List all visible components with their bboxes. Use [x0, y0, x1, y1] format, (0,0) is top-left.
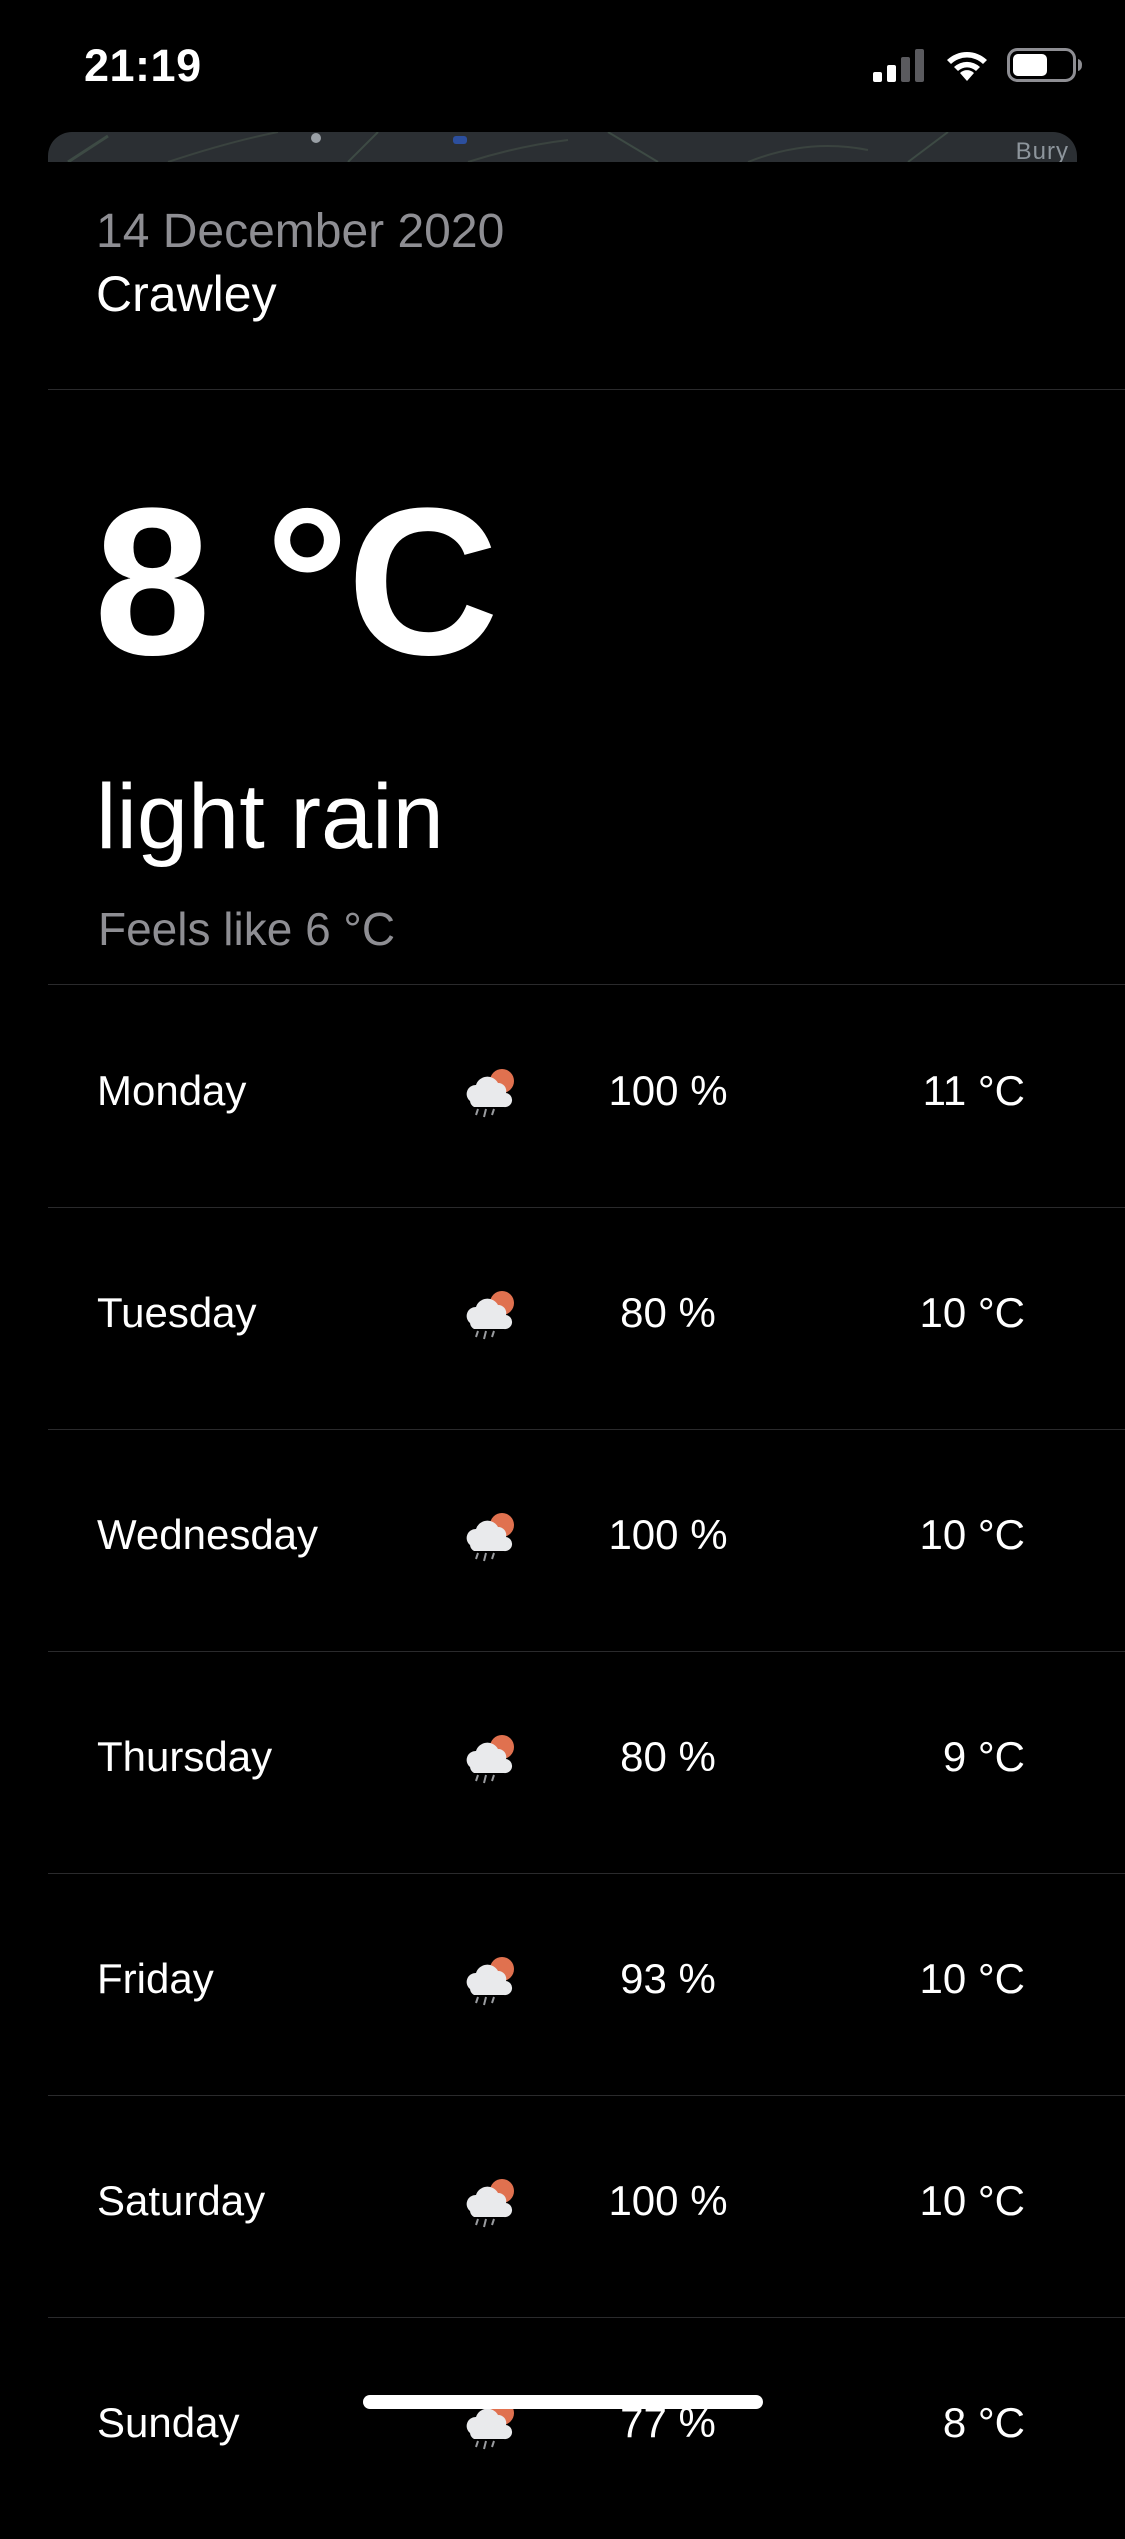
forecast-high-temp: 10 °C: [919, 1289, 1025, 1336]
cloud-sun-rain-icon: [460, 1509, 524, 1563]
current-temperature: 8 °C: [94, 464, 499, 699]
cloud-sun-rain-icon: [460, 1731, 524, 1785]
cloud-sun-rain-icon: [460, 2175, 524, 2229]
forecast-high-temp: 10 °C: [919, 1955, 1025, 2002]
home-indicator[interactable]: [363, 2395, 763, 2409]
condition-label: light rain: [96, 766, 444, 868]
battery-icon: [1007, 48, 1082, 82]
forecast-row-wednesday[interactable]: Wednesday 100 % 10 °C: [48, 1429, 1125, 1651]
forecast-day: Tuesday: [97, 1289, 257, 1336]
forecast-row-saturday[interactable]: Saturday 100 % 10 °C: [48, 2095, 1125, 2317]
cellular-signal-icon: [873, 49, 924, 82]
forecast-day: Sunday: [97, 2399, 240, 2446]
cloud-sun-rain-icon: [460, 1065, 524, 1119]
precipitation-chance: 100 %: [608, 1511, 728, 1558]
forecast-row-monday[interactable]: Monday 100 % 11 °C: [48, 985, 1125, 1207]
forecast-day: Friday: [97, 1955, 214, 2002]
map-roads: [67, 132, 949, 162]
location-header: 14 December 2020 Crawley: [96, 204, 504, 324]
precipitation-chance: 100 %: [608, 1067, 728, 1114]
cloud-sun-rain-icon: [460, 1287, 524, 1341]
status-time: 21:19: [84, 40, 202, 91]
forecast-day: Wednesday: [97, 1511, 319, 1558]
forecast-row-thursday[interactable]: Thursday 80 % 9 °C: [48, 1651, 1125, 1873]
date-label: 14 December 2020: [96, 205, 505, 258]
weather-card: 14 December 2020 Crawley 8 °C light rain…: [48, 162, 1125, 2450]
forecast-row-tuesday[interactable]: Tuesday 80 % 10 °C: [48, 1207, 1125, 1429]
forecast-day: Thursday: [97, 1733, 273, 1780]
map-peek[interactable]: Bury: [48, 132, 1077, 162]
feels-like-label: Feels like 6 °C: [98, 903, 396, 955]
forecast-row-friday[interactable]: Friday 93 % 10 °C: [48, 1873, 1125, 2095]
city-label: Crawley: [96, 266, 277, 322]
cloud-sun-rain-icon: [460, 1953, 524, 2007]
precipitation-chance: 93 %: [620, 1955, 716, 2002]
current-conditions: 8 °C light rain Feels like 6 °C: [94, 462, 499, 956]
forecast-high-temp: 8 °C: [942, 2399, 1025, 2446]
forecast-day: Monday: [97, 1067, 247, 1114]
map-place-label: Bury: [1015, 138, 1069, 162]
precipitation-chance: 100 %: [608, 2177, 728, 2224]
forecast-high-temp: 9 °C: [942, 1733, 1025, 1780]
wifi-icon: [947, 52, 987, 81]
forecast-day: Saturday: [97, 2177, 266, 2224]
status-icons: [873, 48, 1083, 82]
precipitation-chance: 80 %: [620, 1289, 716, 1336]
forecast-high-temp: 10 °C: [919, 1511, 1025, 1558]
precipitation-chance: 80 %: [620, 1733, 716, 1780]
divider: [48, 389, 1125, 390]
forecast-high-temp: 11 °C: [922, 1067, 1025, 1114]
forecast-high-temp: 10 °C: [919, 2177, 1025, 2224]
forecast-row-sunday[interactable]: Sunday 77 % 8 °C: [48, 2317, 1125, 2539]
status-bar: 21:19: [0, 0, 1125, 132]
